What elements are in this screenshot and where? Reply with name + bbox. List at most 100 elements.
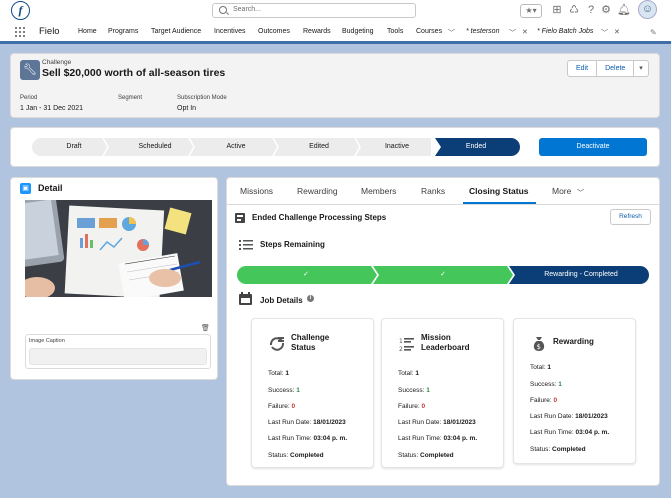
- nav-item-target-audience[interactable]: Target Audience: [151, 28, 201, 35]
- svg-text:1: 1: [399, 338, 403, 345]
- job-details-title: Job Details: [260, 296, 303, 305]
- tab-more[interactable]: More: [552, 186, 571, 196]
- search-icon: [219, 6, 227, 14]
- edit-button[interactable]: Edit: [567, 60, 598, 77]
- job-card-challenge-status: Challenge Status Total: 1 Success: 1 Fail…: [251, 318, 374, 468]
- job-status: Status: Completed: [268, 452, 324, 459]
- record-title: Sell $20,000 worth of all-season tires: [42, 67, 226, 79]
- job-last-run-date: Last Run Date: 18/01/2023: [398, 419, 476, 426]
- path-step-draft[interactable]: Draft: [41, 138, 107, 156]
- job-card-rewarding: $ Rewarding Total: 1 Success: 1 Failure:…: [513, 318, 636, 464]
- tab-missions[interactable]: Missions: [240, 186, 273, 196]
- trailhead-icon[interactable]: ♺: [568, 2, 580, 19]
- image-caption-field: Image Caption: [25, 334, 211, 369]
- more-chevron-down-icon[interactable]: ﹀: [577, 188, 584, 198]
- record-object-label: Challenge: [42, 59, 72, 66]
- processing-steps-title: Ended Challenge Processing Steps: [252, 213, 387, 222]
- refresh-button[interactable]: Refresh: [610, 209, 651, 225]
- detail-card: ▣ Detail 🗑︎ Image Caption: [10, 177, 218, 380]
- progress-step-2-check-icon: ✓: [440, 271, 446, 278]
- edit-nav-pencil-icon[interactable]: ✎: [650, 28, 657, 37]
- path-step-scheduled[interactable]: Scheduled: [111, 138, 199, 156]
- nav-item-home[interactable]: Home: [78, 28, 97, 35]
- nav-item-programs[interactable]: Programs: [108, 28, 138, 35]
- job-last-run-date: Last Run Date: 18/01/2023: [268, 419, 346, 426]
- testerson-chevron-down-icon[interactable]: ﹀: [509, 28, 516, 38]
- app-launcher-icon[interactable]: [15, 27, 25, 37]
- tab-ranks[interactable]: Ranks: [421, 186, 445, 196]
- job-title: Challenge Status: [291, 333, 330, 352]
- user-avatar[interactable]: ☺: [638, 0, 657, 19]
- nav-item-outcomes[interactable]: Outcomes: [258, 28, 290, 35]
- job-success: Success: 1: [268, 387, 300, 394]
- job-last-run-date: Last Run Date: 18/01/2023: [530, 413, 608, 420]
- record-actions: Edit Delete ▾: [567, 60, 649, 77]
- leaderboard-icon: 1 2: [399, 338, 414, 352]
- job-card-mission-leaderboard: 1 2 Mission Leaderboard Total: 1 Success:…: [381, 318, 504, 468]
- more-actions-chevron-down-icon[interactable]: ▾: [634, 60, 649, 77]
- record-highlights-panel: 🔧︎ Challenge Sell $20,000 worth of all-s…: [10, 53, 660, 118]
- challenge-status-icon: [269, 337, 285, 351]
- job-details-info-icon[interactable]: i: [307, 295, 314, 302]
- batch-jobs-chevron-down-icon[interactable]: ﹀: [601, 28, 608, 38]
- money-bag-icon: $: [533, 337, 545, 351]
- nav-item-rewards[interactable]: Rewards: [303, 28, 331, 35]
- favorites-star-icon[interactable]: ★▾: [520, 4, 542, 18]
- courses-chevron-down-icon[interactable]: ﹀: [448, 28, 455, 38]
- list-icon: [239, 240, 253, 250]
- job-total: Total: 1: [268, 370, 289, 377]
- nav-item-courses[interactable]: Courses: [416, 28, 442, 35]
- notifications-bell-icon[interactable]: 🔔︎: [617, 2, 631, 19]
- deactivate-button[interactable]: Deactivate: [539, 138, 647, 156]
- field-label-subscription-mode: Subscription Mode: [177, 95, 227, 101]
- job-last-run-time: Last Run Time: 03:04 p. m.: [530, 429, 610, 436]
- delete-button[interactable]: Delete: [597, 60, 635, 77]
- progress-step-1-check-icon: ✓: [303, 271, 309, 278]
- job-failure: Failure: 0: [268, 403, 296, 410]
- tab-members[interactable]: Members: [361, 186, 396, 196]
- app-navigation: Fielo Home Programs Target Audience Ince…: [0, 21, 671, 44]
- global-header: f Search... ★▾ ⊞ ♺ ? ⚙ 🔔︎ ☺: [0, 0, 671, 21]
- image-caption-label: Image Caption: [29, 338, 65, 344]
- global-search-input[interactable]: Search...: [212, 3, 416, 18]
- svg-text:2: 2: [399, 346, 403, 352]
- path-step-active[interactable]: Active: [195, 138, 277, 156]
- nav-item-incentives[interactable]: Incentives: [214, 28, 246, 35]
- tab-fielo-batch-jobs[interactable]: * Fielo Batch Jobs: [537, 28, 593, 35]
- tab-divider: [227, 204, 659, 205]
- field-value-subscription-mode: Opt In: [177, 105, 197, 112]
- challenge-image: [25, 200, 212, 297]
- job-total: Total: 1: [530, 364, 551, 371]
- tab-closing-status[interactable]: Closing Status: [469, 186, 529, 196]
- tab-testerson[interactable]: * testerson: [466, 28, 499, 35]
- job-total: Total: 1: [398, 370, 419, 377]
- job-failure: Failure: 0: [530, 397, 558, 404]
- app-name: Fielo: [39, 26, 60, 37]
- path-step-ended[interactable]: Ended: [441, 138, 511, 156]
- tab-rewarding[interactable]: Rewarding: [297, 186, 338, 196]
- detail-title: Detail: [38, 183, 63, 193]
- job-success: Success: 1: [530, 381, 562, 388]
- job-status: Status: Completed: [530, 446, 586, 453]
- path-step-inactive[interactable]: Inactive: [359, 138, 435, 156]
- delete-image-trash-icon[interactable]: 🗑︎: [201, 324, 210, 332]
- job-last-run-time: Last Run Time: 03:04 p. m.: [398, 435, 478, 442]
- setup-gear-icon[interactable]: ⚙: [600, 2, 612, 19]
- job-failure: Failure: 0: [398, 403, 426, 410]
- path-step-edited[interactable]: Edited: [279, 138, 359, 156]
- testerson-close-icon[interactable]: ✕: [522, 28, 528, 36]
- progress-step-rewarding: Rewarding - Completed: [544, 271, 618, 278]
- global-actions-plus-icon[interactable]: ⊞: [551, 2, 563, 19]
- nav-item-tools[interactable]: Tools: [387, 28, 403, 35]
- field-value-period: 1 Jan - 31 Dec 2021: [20, 105, 84, 112]
- job-title: Mission Leaderboard: [421, 333, 470, 352]
- batch-jobs-close-icon[interactable]: ✕: [614, 28, 620, 36]
- search-placeholder: Search...: [233, 6, 262, 13]
- job-success: Success: 1: [398, 387, 430, 394]
- main-tabs-panel: Missions Rewarding Members Ranks Closing…: [226, 177, 660, 486]
- image-caption-input[interactable]: [29, 348, 207, 365]
- nav-item-budgeting[interactable]: Budgeting: [342, 28, 374, 35]
- help-icon[interactable]: ?: [585, 2, 597, 19]
- processing-progress-bar: ✓ ✓ Rewarding - Completed: [237, 266, 649, 284]
- fielo-logo[interactable]: f: [11, 1, 30, 20]
